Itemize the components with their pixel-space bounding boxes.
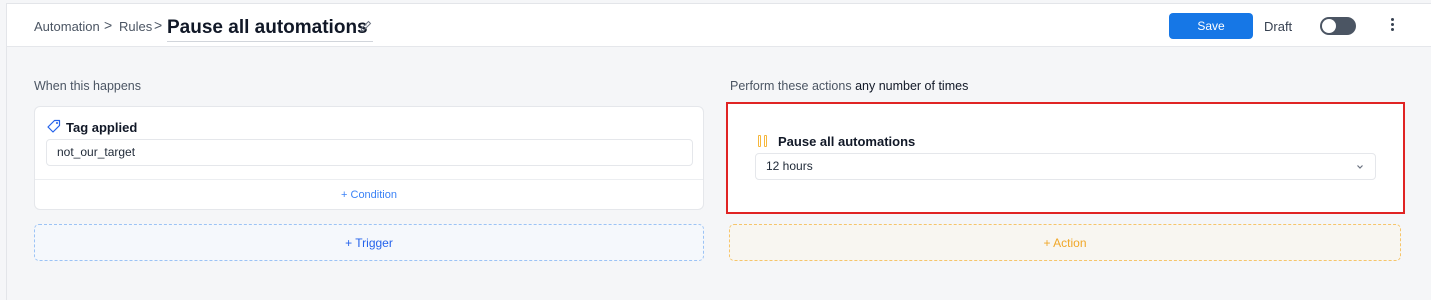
action-title: Pause all automations (778, 134, 916, 149)
pause-icon (758, 135, 768, 147)
trigger-title: Tag applied (66, 120, 138, 135)
breadcrumb-separator: > (154, 17, 163, 33)
pencil-icon[interactable] (359, 19, 373, 33)
action-section-label-prefix: Perform these actions (730, 79, 852, 93)
chevron-down-icon (1357, 165, 1363, 169)
card-divider (35, 179, 703, 180)
more-options-icon[interactable] (1389, 18, 1395, 36)
tag-icon (47, 119, 61, 133)
status-label: Draft (1264, 19, 1293, 34)
toggle-knob (1322, 19, 1336, 33)
action-section-label: Perform these actions any number of time… (730, 79, 968, 93)
add-action-button[interactable]: + Action (729, 224, 1401, 261)
breadcrumb-rules[interactable]: Rules (119, 19, 152, 34)
breadcrumb-automation[interactable]: Automation (34, 19, 100, 34)
title-underline (167, 41, 373, 42)
breadcrumb-separator: > (104, 17, 113, 33)
page-title[interactable]: Pause all automations (167, 17, 368, 39)
duration-selected-value: 12 hours (766, 159, 813, 173)
tag-value-input[interactable]: not_our_target (46, 139, 693, 166)
trigger-section-label: When this happens (34, 79, 142, 93)
publish-toggle[interactable] (1320, 17, 1356, 35)
add-trigger-button[interactable]: + Trigger (34, 224, 704, 261)
trigger-card: Tag applied not_our_target + Condition (34, 106, 704, 210)
duration-select[interactable]: 12 hours (755, 153, 1376, 180)
action-card: Pause all automations 12 hours (726, 102, 1405, 214)
action-section-label-emphasis: any number of times (855, 79, 969, 93)
add-condition-link[interactable]: + Condition (35, 189, 703, 201)
save-button[interactable]: Save (1169, 13, 1253, 39)
header-bar: Automation > Rules > Pause all automatio… (6, 3, 1431, 47)
